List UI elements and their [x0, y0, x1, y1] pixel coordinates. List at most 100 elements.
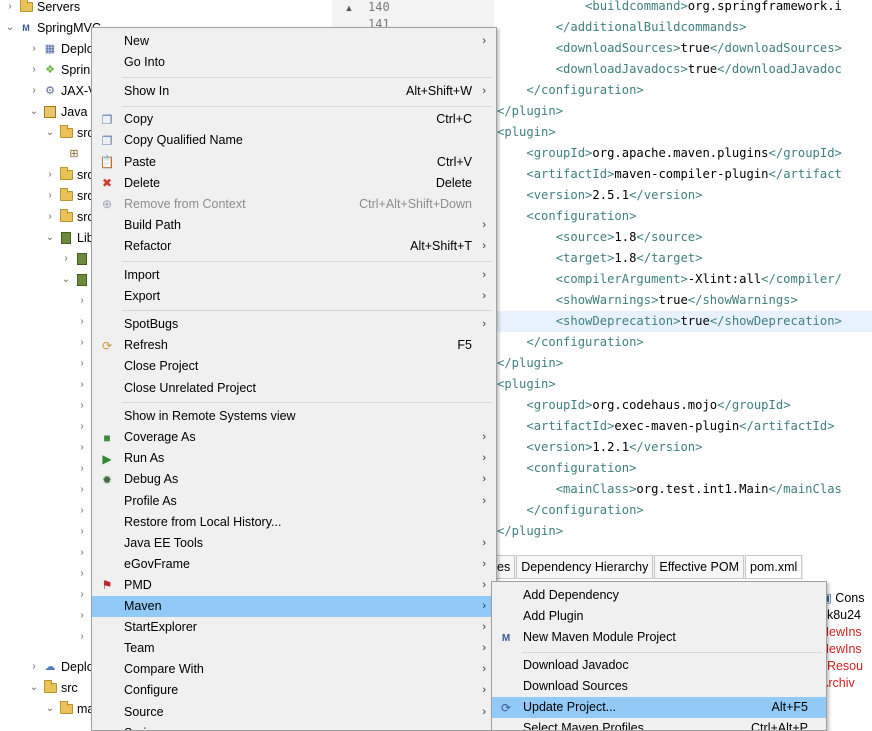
tree-row-src-2[interactable]: › src	[44, 164, 94, 185]
console-title[interactable]: ▣ Cons	[820, 590, 872, 607]
chevron-down-icon[interactable]: ⌄	[4, 22, 16, 33]
menu-item-refresh[interactable]: ⟳ Refresh F5	[92, 335, 496, 356]
tree-row-jar-entry[interactable]: ›	[76, 374, 88, 395]
tree-row-package[interactable]: ⊞	[64, 143, 85, 164]
chevron-right-icon[interactable]: ›	[76, 589, 88, 600]
tree-row-jar-entry[interactable]: ›	[76, 626, 88, 647]
tree-row-jar-entry[interactable]: ›	[76, 458, 88, 479]
menu-item-close-project[interactable]: Close Project	[92, 356, 496, 377]
menu-item-team[interactable]: Team ›	[92, 638, 496, 659]
menu-item-add-dependency[interactable]: Add Dependency	[492, 585, 826, 606]
chevron-down-icon[interactable]: ⌄	[28, 106, 40, 117]
tree-row-jar-entry[interactable]: ›	[76, 605, 88, 626]
menu-item-paste[interactable]: 📋 Paste Ctrl+V	[92, 152, 496, 173]
menu-item-coverage-as[interactable]: ■ Coverage As ›	[92, 427, 496, 448]
tree-row-lib-1[interactable]: ›	[60, 248, 93, 269]
menu-item-show-in-remote-systems-view[interactable]: Show in Remote Systems view	[92, 406, 496, 427]
menu-item-egovframe[interactable]: eGovFrame ›	[92, 554, 496, 575]
tree-row-springmvc[interactable]: ⌄ M SpringMVC	[4, 17, 101, 38]
menu-item-spring[interactable]: ● Spring ›	[92, 723, 496, 730]
menu-item-startexplorer[interactable]: StartExplorer ›	[92, 617, 496, 638]
menu-item-export[interactable]: Export ›	[92, 286, 496, 307]
chevron-right-icon[interactable]: ›	[44, 211, 56, 222]
tree-row-java-resources[interactable]: ⌄ Java I	[28, 101, 95, 122]
tree-row-spring[interactable]: › ❖ Sprin	[28, 59, 90, 80]
menu-item-new-maven-module-project[interactable]: M New Maven Module Project	[492, 627, 826, 648]
tree-row-jar-entry[interactable]: ›	[76, 290, 88, 311]
tree-row-jar-entry[interactable]: ›	[76, 395, 88, 416]
chevron-right-icon[interactable]: ›	[44, 190, 56, 201]
tree-row-src-4[interactable]: › src	[44, 206, 94, 227]
menu-item-copy[interactable]: ❐ Copy Ctrl+C	[92, 109, 496, 130]
chevron-down-icon[interactable]: ⌄	[44, 703, 56, 714]
chevron-right-icon[interactable]: ›	[28, 64, 40, 75]
tree-row-jar-entry[interactable]: ›	[76, 563, 88, 584]
chevron-right-icon[interactable]: ›	[28, 85, 40, 96]
menu-item-configure[interactable]: Configure ›	[92, 680, 496, 701]
tree-row-libraries[interactable]: ⌄ Lib	[44, 227, 94, 248]
menu-item-delete[interactable]: ✖ Delete Delete	[92, 173, 496, 194]
menu-item-close-unrelated-project[interactable]: Close Unrelated Project	[92, 378, 496, 399]
tree-row-jar-entry[interactable]: ›	[76, 437, 88, 458]
chevron-right-icon[interactable]: ›	[76, 295, 88, 306]
chevron-down-icon[interactable]: ⌄	[44, 127, 56, 138]
tree-row-main-folder[interactable]: ⌄ ma	[44, 698, 94, 719]
tree-row-jar-entry[interactable]: ›	[76, 311, 88, 332]
scroll-up-icon[interactable]: ▲	[342, 2, 356, 15]
chevron-right-icon[interactable]: ›	[76, 631, 88, 642]
menu-item-debug-as[interactable]: ✹ Debug As ›	[92, 469, 496, 490]
chevron-right-icon[interactable]: ›	[44, 169, 56, 180]
tree-row-jaxws[interactable]: › ⚙ JAX-V	[28, 80, 96, 101]
pom-tab[interactable]: Effective POM	[654, 555, 745, 578]
chevron-right-icon[interactable]: ›	[28, 43, 40, 54]
chevron-right-icon[interactable]: ›	[76, 442, 88, 453]
chevron-right-icon[interactable]: ›	[76, 484, 88, 495]
pom-tab[interactable]: pom.xml	[745, 555, 803, 578]
tree-row-jar-entry[interactable]: ›	[76, 332, 88, 353]
chevron-right-icon[interactable]: ›	[76, 379, 88, 390]
menu-item-restore-from-local-history[interactable]: Restore from Local History...	[92, 512, 496, 533]
tree-row-src-1[interactable]: ⌄ src	[44, 122, 94, 143]
menu-item-show-in[interactable]: Show In Alt+Shift+W ›	[92, 81, 496, 102]
code-area[interactable]: <buildcommand>org.springframework.i </ad…	[497, 0, 872, 540]
menu-item-refactor[interactable]: Refactor Alt+Shift+T ›	[92, 236, 496, 257]
chevron-down-icon[interactable]: ⌄	[60, 274, 72, 285]
chevron-right-icon[interactable]: ›	[76, 568, 88, 579]
menu-item-source[interactable]: Source ›	[92, 702, 496, 723]
chevron-down-icon[interactable]: ⌄	[44, 232, 56, 243]
menu-item-download-sources[interactable]: Download Sources	[492, 676, 826, 697]
chevron-right-icon[interactable]: ›	[76, 526, 88, 537]
menu-item-import[interactable]: Import ›	[92, 265, 496, 286]
chevron-right-icon[interactable]: ›	[76, 337, 88, 348]
menu-item-update-project[interactable]: ⟳ Update Project... Alt+F5	[492, 697, 826, 718]
chevron-right-icon[interactable]: ›	[76, 463, 88, 474]
chevron-right-icon[interactable]: ›	[28, 661, 40, 672]
menu-item-build-path[interactable]: Build Path ›	[92, 215, 496, 236]
tree-row-servers[interactable]: › Servers	[4, 0, 80, 17]
menu-item-select-maven-profiles[interactable]: Select Maven Profiles... Ctrl+Alt+P	[492, 718, 826, 730]
chevron-right-icon[interactable]: ›	[76, 547, 88, 558]
menu-item-download-javadoc[interactable]: Download Javadoc	[492, 655, 826, 676]
tree-row-deployment-descriptor[interactable]: › ▦ Deplo	[28, 38, 93, 59]
menu-item-new[interactable]: New ›	[92, 31, 496, 52]
menu-item-add-plugin[interactable]: Add Plugin	[492, 606, 826, 627]
tree-row-jar-entry[interactable]: ›	[76, 353, 88, 374]
chevron-right-icon[interactable]: ›	[4, 1, 16, 12]
tree-row-jar-entry[interactable]: ›	[76, 416, 88, 437]
menu-item-java-ee-tools[interactable]: Java EE Tools ›	[92, 533, 496, 554]
tree-row-jar-entry[interactable]: ›	[76, 584, 88, 605]
pom-tab[interactable]: Dependency Hierarchy	[516, 555, 654, 578]
tree-row-jar-entry[interactable]: ›	[76, 542, 88, 563]
menu-item-maven[interactable]: Maven ›	[92, 596, 496, 617]
chevron-right-icon[interactable]: ›	[76, 610, 88, 621]
chevron-right-icon[interactable]: ›	[76, 421, 88, 432]
tree-row-src-3[interactable]: › src	[44, 185, 94, 206]
menu-item-spotbugs[interactable]: SpotBugs ›	[92, 314, 496, 335]
chevron-right-icon[interactable]: ›	[76, 358, 88, 369]
tree-row-jar-entry[interactable]: ›	[76, 521, 88, 542]
chevron-right-icon[interactable]: ›	[60, 253, 72, 264]
tree-row-lib-2[interactable]: ⌄	[60, 269, 93, 290]
tree-row-src-folder[interactable]: ⌄ src	[28, 677, 78, 698]
menu-item-profile-as[interactable]: Profile As ›	[92, 491, 496, 512]
chevron-right-icon[interactable]: ›	[76, 400, 88, 411]
